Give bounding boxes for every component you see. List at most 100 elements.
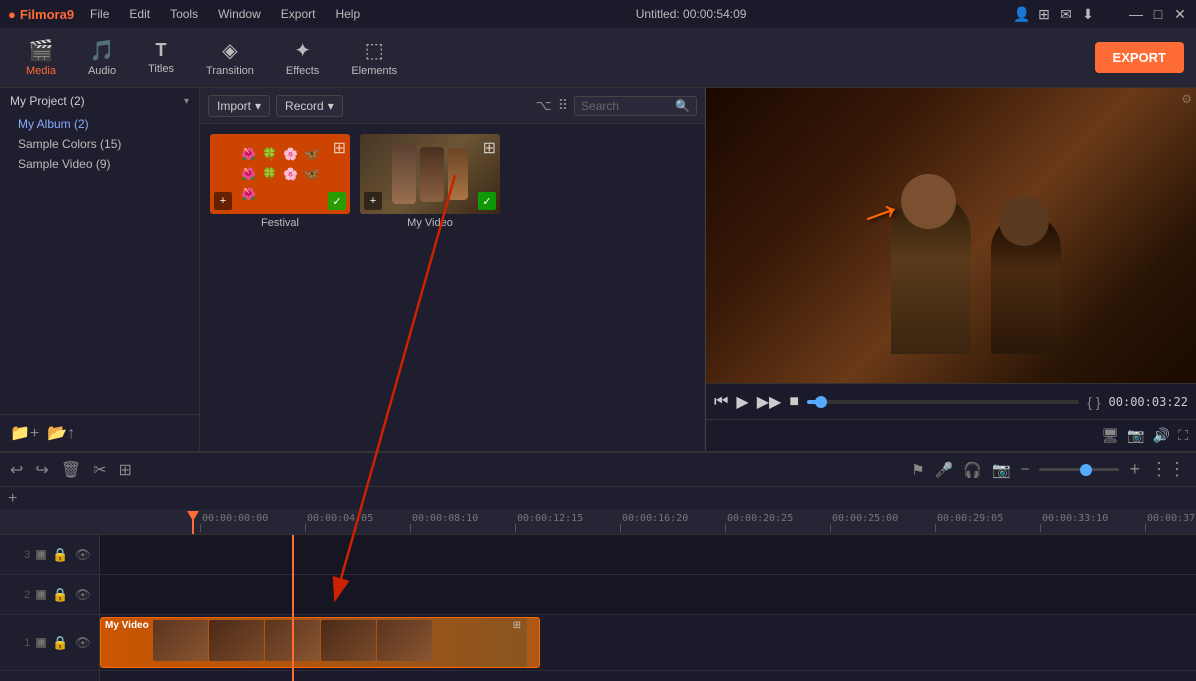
cut-button[interactable]: ✂ [93,460,106,480]
titlebar: ● Filmora9 File Edit Tools Window Export… [0,0,1196,28]
export-button[interactable]: EXPORT [1095,42,1184,73]
import-label: Import [217,99,251,113]
delete-button[interactable]: 🗑 [61,460,81,480]
zoom-out-icon[interactable]: − [1021,461,1030,478]
track-label-3: 3 ⊞ 🔒 👁 [0,535,99,575]
undo-button[interactable]: ↩ [10,460,23,480]
close-button[interactable]: ✕ [1172,6,1188,22]
redo-button[interactable]: ↪ [35,460,48,480]
titlebar-menu: File Edit Tools Window Export Help [82,5,368,23]
festival-add-icon[interactable]: + [214,192,232,210]
clip-trim-handle[interactable] [527,618,539,667]
menu-tools[interactable]: Tools [162,5,206,23]
filter-icon[interactable]: ⌥ [536,97,552,114]
ruler-tick-9: 00:00:37:16 [1145,513,1196,532]
progress-thumb [815,396,827,408]
search-input[interactable] [581,99,671,113]
zoom-in-button[interactable]: + [1129,459,1140,480]
clip-thumb-1 [153,620,208,661]
grid-view-icon[interactable]: ⠿ [558,97,568,114]
ruler-time-9: 00:00:37:16 [1145,513,1196,524]
sidebar-item-video[interactable]: Sample Video (9) [0,154,199,174]
add-track-button[interactable]: + [8,490,17,508]
minimize-button[interactable]: — [1128,6,1144,22]
track-eye-2[interactable]: 👁 [74,587,91,603]
festival-name: Festival [210,217,350,229]
menu-export[interactable]: Export [273,5,324,23]
snapshot-icon[interactable]: 📷 [992,461,1011,479]
sidebar-item-album[interactable]: My Album (2) [0,114,199,134]
titles-label: Titles [148,63,174,75]
ruler-tick-2: 00:00:08:10 [410,513,515,532]
toolbar-effects[interactable]: ✦ Effects [272,34,333,81]
timeline-toolbar: ↩ ↪ 🗑 ✂ ⊞ ⚑ 🎤 🎧 📷 − + ⋮⋮ [0,453,1196,487]
project-header[interactable]: My Project (2) ▾ [0,88,199,114]
stop-button[interactable]: ■ [789,393,799,411]
track-lock-3[interactable]: 🔒 [52,547,68,563]
search-icon[interactable]: 🔍 [675,99,690,113]
track-eye-1[interactable]: 👁 [74,635,91,651]
media-item-festival[interactable]: 🌺🍀🌸 🦋🌺🍀 🌸🦋🌺 ⊞ ✓ + Festival [210,134,350,229]
playhead[interactable] [192,511,194,534]
video-add-icon[interactable]: + [364,192,382,210]
timeline-more-button[interactable]: ⋮⋮ [1150,459,1186,480]
mic-icon[interactable]: 🎤 [935,461,954,479]
camera-icon[interactable]: 📷 [1127,427,1144,444]
track-grid-2[interactable]: ⊞ [36,590,46,600]
festival-check: ✓ [328,192,346,210]
track-label-1: 1 ⊞ 🔒 👁 [0,615,99,671]
ruler-time-4: 00:00:16:20 [620,513,688,524]
chevron-down-icon: ▾ [184,96,189,107]
mail-icon[interactable]: ✉ [1058,6,1074,22]
prev-frame-button[interactable]: ⏮ [714,393,728,411]
sidebar-item-colors[interactable]: Sample Colors (15) [0,134,199,154]
clip-label: My Video [105,620,149,631]
grid-icon[interactable]: ⊞ [1036,6,1052,22]
play-button[interactable]: ▶ [736,392,748,412]
fullscreen-icon[interactable]: ⛶ [1178,427,1188,444]
timeline-area: ↩ ↪ 🗑 ✂ ⊞ ⚑ 🎤 🎧 📷 − + ⋮⋮ + 00:00:00:00 [0,451,1196,681]
app-name: Filmora9 [20,7,74,22]
track-grid-3[interactable]: ⊞ [36,550,46,560]
search-box: 🔍 [574,96,697,116]
import-folder-button[interactable]: 📂↑ [47,423,75,443]
flag-icon[interactable]: ⚑ [911,461,924,479]
media-item-myvideo[interactable]: ⊞ ✓ + My Video [360,134,500,229]
preview-overlay-icon: ⚙ [1181,92,1192,106]
festival-thumbnail: 🌺🍀🌸 🦋🌺🍀 🌸🦋🌺 ⊞ ✓ + [210,134,350,214]
maximize-button[interactable]: □ [1150,6,1166,22]
toolbar-transition[interactable]: ◈ Transition [192,34,268,81]
download-icon[interactable]: ⬇ [1080,6,1096,22]
track-lock-2[interactable]: 🔒 [52,587,68,603]
menu-edit[interactable]: Edit [121,5,158,23]
import-chevron-icon: ▾ [255,99,261,113]
adjust-button[interactable]: ⊞ [119,460,132,480]
menu-help[interactable]: Help [327,5,368,23]
braces-icon[interactable]: { } [1087,394,1100,410]
toolbar-titles[interactable]: T Titles [134,36,188,79]
volume-icon[interactable]: 🔊 [1153,427,1170,444]
monitor-icon[interactable]: 🖥 [1102,427,1120,444]
record-button[interactable]: Record ▾ [276,95,343,117]
progress-bar[interactable] [807,400,1079,404]
import-button[interactable]: Import ▾ [208,95,270,117]
user-icon[interactable]: 👤 [1014,6,1030,22]
toolbar-audio[interactable]: 🎵 Audio [74,34,130,81]
menu-window[interactable]: Window [210,5,269,23]
main-area: My Project (2) ▾ My Album (2) Sample Col… [0,88,1196,451]
toolbar-elements[interactable]: ⬚ Elements [337,34,411,81]
menu-file[interactable]: File [82,5,117,23]
headphones-icon[interactable]: 🎧 [963,461,982,479]
ruler-time-3: 00:00:12:15 [515,513,583,524]
track-lock-1[interactable]: 🔒 [52,635,68,651]
preview-extras: 🖥 📷 🔊 ⛶ [706,419,1196,451]
ruler-inner: 00:00:00:00 00:00:04:05 00:00:08:10 00:0… [100,513,1196,532]
track-eye-3[interactable]: 👁 [74,547,91,563]
new-folder-button[interactable]: 📁+ [10,423,39,443]
track-grid-1[interactable]: ⊞ [36,638,46,648]
toolbar-media[interactable]: 🎬 Media [12,34,70,81]
zoom-slider[interactable] [1039,468,1119,471]
time-display: 00:00:03:22 [1109,395,1188,409]
fast-forward-button[interactable]: ▶▶ [757,392,782,412]
video-clip[interactable]: My Video ⊞ [100,617,540,668]
